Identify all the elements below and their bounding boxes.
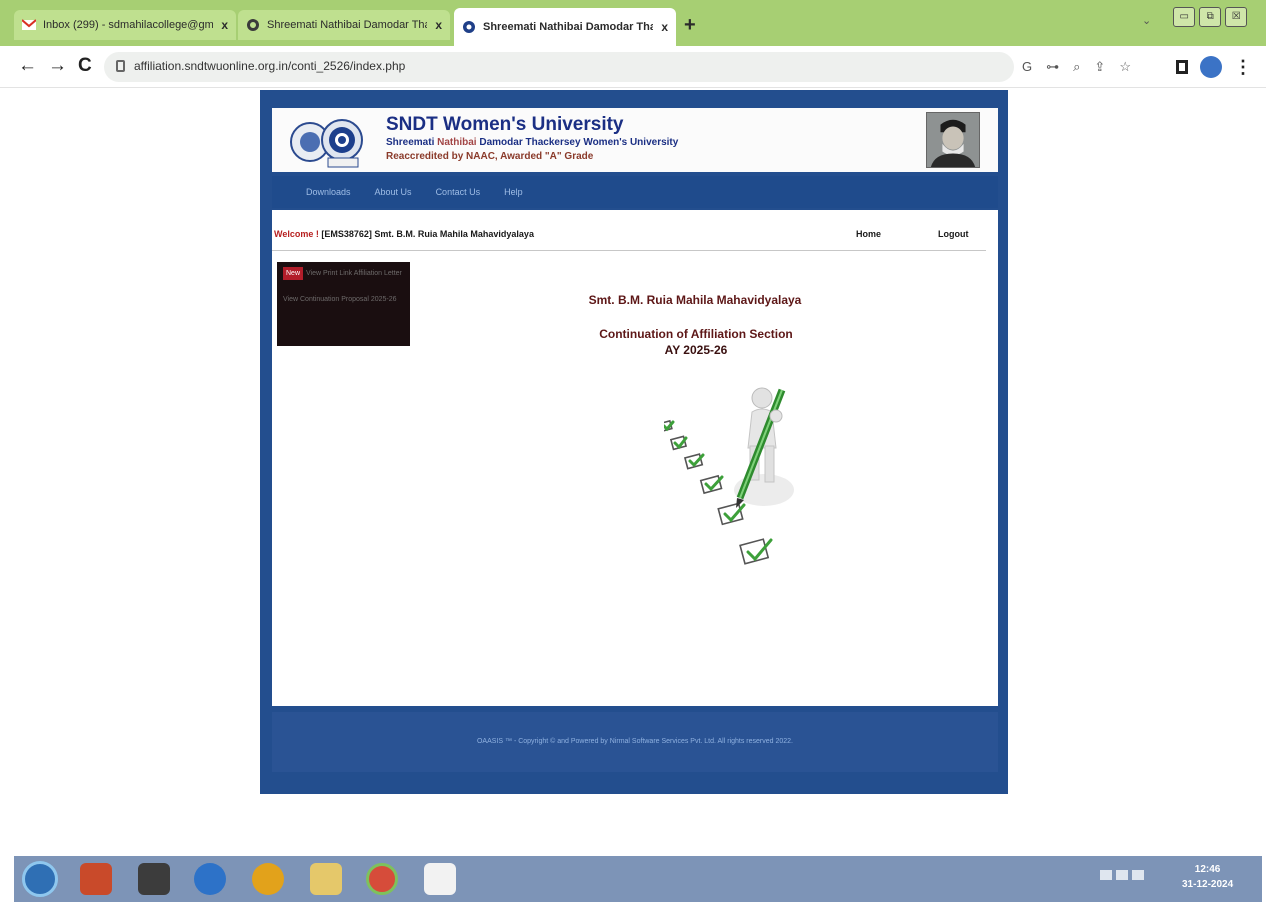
bookmark-star-icon[interactable]: ☆ [1119,59,1131,75]
welcome-label: Welcome ! [274,229,319,239]
welcome-bar: Welcome ! [EMS38762] Smt. B.M. Ruia Mahi… [274,229,534,239]
tray-volume-icon[interactable] [1132,870,1144,880]
clock-time: 12:46 [1194,864,1221,875]
taskbar-clock[interactable]: 12:46 31-12-2024 [1182,862,1233,892]
minimize-button[interactable]: ▭ [1173,6,1196,27]
close-window-button[interactable]: ☒ [1225,6,1248,27]
section-title: Continuation of Affiliation Section [599,327,793,341]
full-name-highlight: Nathibai [437,137,477,148]
full-name-suffix: Damodar Thackersey Women's University [479,137,679,148]
nav-contact-us[interactable]: Contact Us [436,187,481,197]
address-bar[interactable]: affiliation.sndtwuonline.org.in/conti_25… [104,52,1014,82]
back-button[interactable]: ← [18,55,37,77]
tab-gmail[interactable]: Inbox (299) - sdmahilacollege@gm x [14,10,236,40]
share-icon[interactable]: ⇪ [1094,59,1105,75]
system-tray [1100,870,1144,880]
academic-year: AY 2025-26 [664,343,728,357]
site-nav: Downloads About Us Contact Us Help [272,176,998,208]
welcome-user: [EMS38762] Smt. B.M. Ruia Mahila Mahavid… [321,229,534,239]
tab-close-icon[interactable]: x [221,18,228,32]
nav-about-us[interactable]: About Us [375,187,412,197]
start-button[interactable] [22,861,58,897]
people-app-icon[interactable] [138,863,170,895]
browser-actions: ⋮ [1176,56,1252,78]
url-text[interactable]: affiliation.sndtwuonline.org.in/conti_25… [134,59,405,73]
main-content: Welcome ! [EMS38762] Smt. B.M. Ruia Mahi… [272,210,998,706]
chrome-active-icon[interactable] [366,863,398,895]
university-logo-icon [290,119,363,168]
accreditation-text: Reaccredited by NAAC, Awarded "A" Grade [386,151,594,162]
logout-link[interactable]: Logout [938,229,969,239]
google-translate-icon[interactable]: G [1022,59,1032,75]
tab-title: Shreemati Nathibai Damodar Tha [483,21,654,33]
window-controls: ⌄ ▭ ⧉ ☒ [1142,6,1248,27]
forward-button[interactable]: → [48,55,67,77]
tab-title: Shreemati Nathibai Damodar Tha [267,19,428,31]
university-name: SNDT Women's University [386,114,624,135]
side-menu-item-label: View Print Link Affiliation Letter [306,270,402,277]
checklist-illustration [664,387,794,565]
nav-help[interactable]: Help [504,187,523,197]
side-menu-affiliation-letter[interactable]: New View Print Link Affiliation Letter [283,267,404,280]
home-link[interactable]: Home [856,229,881,239]
lock-icon[interactable] [116,60,125,72]
footer-copyright: OAASIS ™ - Copyright © and Powered by Ni… [476,738,793,745]
college-name: Smt. B.M. Ruia Mahila Mahavidyalaya [588,293,802,307]
founder-photo [926,112,980,168]
zoom-icon[interactable]: ⌕ [1073,59,1080,75]
file-explorer-icon[interactable] [310,863,342,895]
web-page: SNDT Women's University Shreemati Nathib… [260,90,1008,794]
site-header: SNDT Women's University Shreemati Nathib… [272,108,998,172]
security-app-icon[interactable] [80,863,112,895]
gmail-icon [22,19,36,30]
document-app-icon[interactable] [424,863,456,895]
tab-close-icon[interactable]: x [661,20,668,34]
chrome-icon[interactable] [252,863,284,895]
clock-date: 31-12-2024 [1182,879,1234,890]
extensions-icon[interactable] [1176,60,1188,74]
restore-button[interactable]: ⧉ [1199,6,1222,27]
address-bar-actions: G ⊶ ⌕ ⇪ ☆ [1022,59,1131,75]
tab-close-icon[interactable]: x [435,18,442,32]
tab-sndt-1[interactable]: Shreemati Nathibai Damodar Tha x [238,10,450,40]
profile-avatar[interactable] [1200,56,1222,78]
globe-icon [247,19,259,31]
tab-title: Inbox (299) - sdmahilacollege@gm [43,19,214,31]
university-full-name: Shreemati Nathibai Damodar Thackersey Wo… [386,137,678,148]
new-badge: New [283,267,304,280]
nav-downloads[interactable]: Downloads [306,187,351,197]
sndt-favicon-icon [463,21,475,33]
browser-menu-icon[interactable]: ⋮ [1234,57,1252,78]
windows-taskbar: 12:46 31-12-2024 [14,856,1262,902]
site-footer: OAASIS ™ - Copyright © and Powered by Ni… [272,712,998,772]
browser-tab-strip: Inbox (299) - sdmahilacollege@gm x Shree… [0,0,1266,46]
chevron-down-icon[interactable]: ⌄ [1142,14,1151,27]
password-key-icon[interactable]: ⊶ [1046,59,1059,75]
reload-button[interactable]: C [78,55,92,77]
tab-sndt-active[interactable]: Shreemati Nathibai Damodar Tha x [454,8,676,46]
full-name-prefix: Shreemati [386,137,435,148]
tray-network-icon[interactable] [1116,870,1128,880]
browser-toolbar: ← → C affiliation.sndtwuonline.org.in/co… [0,46,1266,88]
tray-flag-icon[interactable] [1100,870,1112,880]
internet-explorer-icon[interactable] [194,863,226,895]
new-tab-button[interactable]: + [684,14,696,37]
divider [272,250,986,251]
